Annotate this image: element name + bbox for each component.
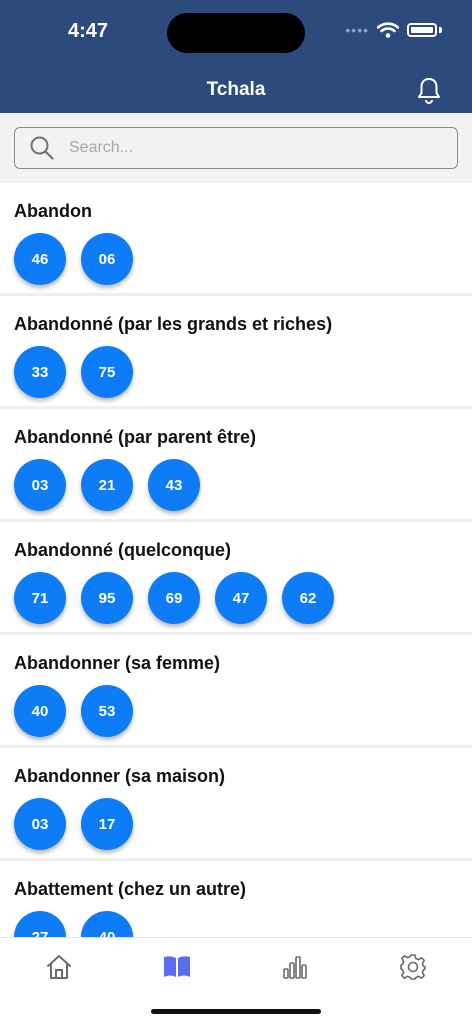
entry-title: Abandon	[14, 201, 92, 221]
notification-bell-icon[interactable]	[416, 76, 442, 109]
list-item[interactable]: Abandon 46 06	[0, 183, 472, 296]
search-icon	[29, 135, 55, 161]
search-bar-container	[0, 113, 472, 183]
number-balls: 46 06	[14, 233, 472, 285]
number-balls: 71 95 69 47 62	[14, 572, 472, 624]
number-ball[interactable]: 62	[282, 572, 334, 624]
list-item[interactable]: Abattement (chez un autre) 27 40	[0, 861, 472, 937]
tab-dictionary[interactable]	[162, 952, 192, 982]
entry-title: Abandonné (par parent être)	[14, 427, 257, 447]
number-ball[interactable]: 95	[81, 572, 133, 624]
number-ball[interactable]: 17	[81, 798, 133, 850]
signal-icon: ••••	[345, 22, 369, 38]
list-item[interactable]: Abandonner (sa femme) 40 53	[0, 635, 472, 748]
number-ball[interactable]: 53	[81, 685, 133, 737]
wifi-icon	[377, 22, 399, 38]
number-ball[interactable]: 21	[81, 459, 133, 511]
entry-title: Abandonné (par les grands et riches)	[14, 314, 333, 334]
dynamic-island	[167, 13, 305, 53]
status-time: 4:47	[68, 20, 109, 42]
number-balls: 27 40	[14, 911, 472, 937]
page-title: Tchala	[206, 79, 266, 100]
entry-title: Abandonner (sa maison)	[14, 766, 226, 786]
list-item[interactable]: Abandonné (quelconque) 71 95 69 47 62	[0, 522, 472, 635]
number-balls: 33 75	[14, 346, 472, 398]
number-ball[interactable]: 06	[81, 233, 133, 285]
search-input[interactable]	[67, 138, 431, 158]
home-indicator[interactable]	[151, 1009, 321, 1014]
tab-statistics[interactable]	[279, 952, 309, 982]
bar-chart-icon	[283, 956, 307, 979]
number-ball[interactable]: 46	[14, 233, 66, 285]
dream-list[interactable]: Abandon 46 06 Abandonné (par les grands et …	[0, 183, 472, 937]
battery-tip	[439, 27, 442, 33]
status-icons: ••••	[345, 22, 442, 38]
number-ball[interactable]: 75	[81, 346, 133, 398]
number-ball[interactable]: 47	[215, 572, 267, 624]
gear-icon	[400, 954, 426, 980]
entry-title: Abattement (chez un autre)	[14, 879, 247, 899]
list-item[interactable]: Abandonné (par parent être) 03 21 43	[0, 409, 472, 522]
number-balls: 40 53	[14, 685, 472, 737]
book-icon	[164, 956, 190, 977]
number-ball[interactable]: 69	[148, 572, 200, 624]
number-ball[interactable]: 33	[14, 346, 66, 398]
number-ball[interactable]: 40	[14, 685, 66, 737]
number-balls: 03 17	[14, 798, 472, 850]
app-header: 4:47 •••• Tchala	[0, 0, 472, 113]
battery-icon	[407, 23, 437, 37]
number-ball[interactable]: 03	[14, 798, 66, 850]
number-balls: 03 21 43	[14, 459, 472, 511]
number-ball[interactable]: 43	[148, 459, 200, 511]
entry-title: Abandonner (sa femme)	[14, 653, 221, 673]
list-item[interactable]: Abandonner (sa maison) 03 17	[0, 748, 472, 861]
entry-title: Abandonné (quelconque)	[14, 540, 231, 560]
tab-settings[interactable]	[398, 952, 428, 982]
number-ball[interactable]: 40	[81, 911, 133, 937]
number-ball[interactable]: 03	[14, 459, 66, 511]
search-box[interactable]	[14, 127, 458, 169]
number-ball[interactable]: 27	[14, 911, 66, 937]
number-ball[interactable]: 71	[14, 572, 66, 624]
home-icon	[47, 955, 71, 979]
tab-home[interactable]	[44, 952, 74, 982]
list-item[interactable]: Abandonné (par les grands et riches) 33 75	[0, 296, 472, 409]
